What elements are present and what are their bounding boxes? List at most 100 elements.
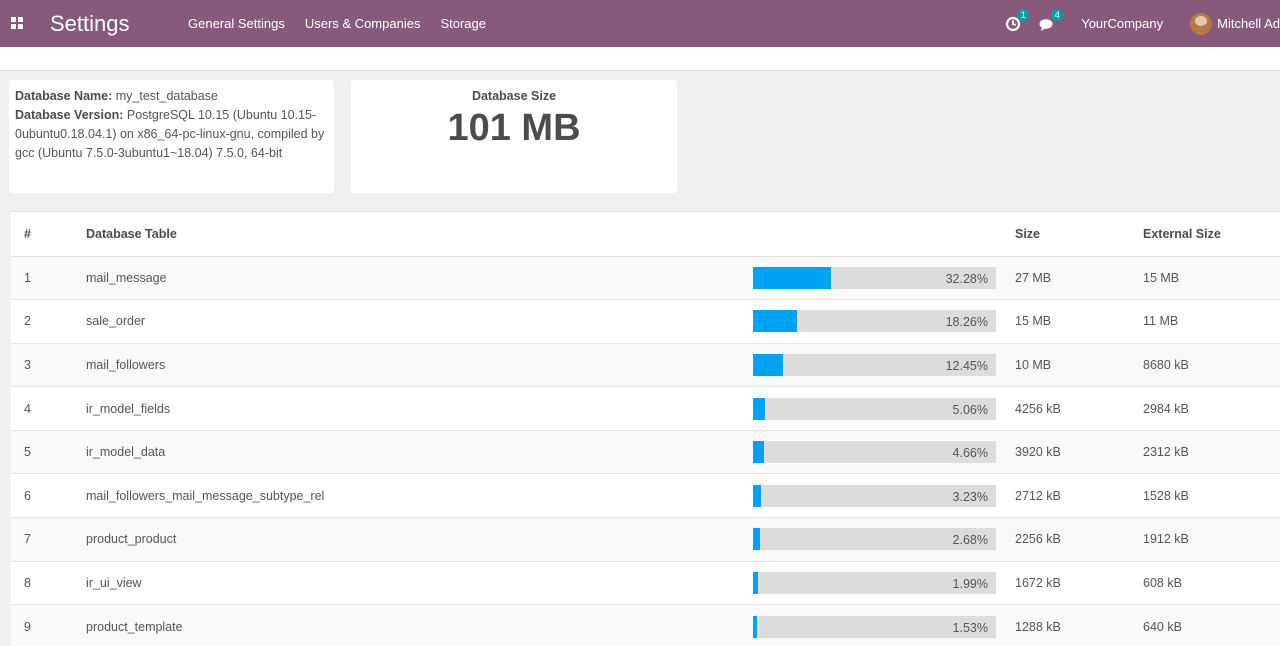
percent-bar-fill bbox=[753, 615, 757, 638]
menu-general-settings[interactable]: General Settings bbox=[188, 16, 285, 31]
db-size-label: Database Size bbox=[471, 89, 557, 103]
messages-chat-icon[interactable]: 4 bbox=[1039, 8, 1064, 34]
database-size-card: Database Size 101 MB bbox=[351, 80, 677, 193]
table-row[interactable]: 8 ir_ui_view 1.99% 1672 kB 608 kB bbox=[11, 561, 1280, 606]
row-size-bar: 32.28% bbox=[753, 256, 1015, 301]
database-info-card: Database Name: my_test_database Database… bbox=[9, 80, 334, 193]
table-row[interactable]: 4 ir_model_fields 5.06% 4256 kB 2984 kB bbox=[11, 386, 1280, 431]
percent-bar-fill bbox=[753, 310, 798, 333]
percent-bar-fill bbox=[753, 266, 832, 289]
row-size-bar: 1.53% bbox=[753, 604, 1015, 646]
row-external-size: 1912 kB bbox=[1143, 517, 1280, 562]
menu-storage[interactable]: Storage bbox=[440, 16, 486, 31]
row-size: 1288 kB bbox=[1015, 604, 1143, 646]
row-external-size: 1528 kB bbox=[1143, 473, 1280, 519]
row-size: 1672 kB bbox=[1015, 561, 1143, 606]
user-menu[interactable]: Mitchell Ad bbox=[1217, 16, 1280, 31]
row-size-bar: 18.26% bbox=[753, 299, 1015, 344]
row-table-name: mail_followers bbox=[86, 343, 753, 388]
row-external-size: 640 kB bbox=[1143, 604, 1280, 646]
row-table-name: ir_ui_view bbox=[86, 561, 753, 606]
activity-clock-icon[interactable]: 1 bbox=[1005, 8, 1030, 34]
top-navbar: Settings General Settings Users & Compan… bbox=[0, 0, 1280, 47]
percent-bar-fill bbox=[753, 571, 758, 594]
percent-bar: 32.28% bbox=[753, 266, 996, 289]
table-header-row: # Database Table Size External Size bbox=[11, 212, 1280, 257]
row-size-bar: 2.68% bbox=[753, 517, 1015, 562]
row-num: 3 bbox=[11, 343, 86, 388]
row-external-size: 608 kB bbox=[1143, 561, 1280, 606]
percent-bar: 5.06% bbox=[753, 397, 996, 420]
row-size-bar: 3.23% bbox=[753, 473, 1015, 519]
percent-bar-fill bbox=[753, 528, 760, 551]
table-row[interactable]: 7 product_product 2.68% 2256 kB 1912 kB bbox=[11, 517, 1280, 562]
row-external-size: 8680 kB bbox=[1143, 343, 1280, 388]
row-size-bar: 12.45% bbox=[753, 343, 1015, 388]
row-num: 9 bbox=[11, 604, 86, 646]
percent-bar-fill bbox=[753, 397, 766, 420]
percent-label: 18.26% bbox=[945, 315, 988, 330]
db-size-value: 101 MB bbox=[447, 107, 581, 149]
header-size: Size bbox=[1015, 212, 1143, 257]
table-row[interactable]: 1 mail_message 32.28% 27 MB 15 MB bbox=[11, 256, 1280, 301]
row-size: 3920 kB bbox=[1015, 430, 1143, 475]
user-avatar[interactable] bbox=[1190, 12, 1213, 35]
percent-label: 5.06% bbox=[952, 402, 988, 417]
app-title[interactable]: Settings bbox=[50, 11, 130, 37]
percent-bar: 1.53% bbox=[753, 615, 996, 638]
table-row[interactable]: 6 mail_followers_mail_message_subtype_rel… bbox=[11, 473, 1280, 519]
percent-label: 2.68% bbox=[952, 533, 988, 548]
control-panel bbox=[0, 47, 1280, 71]
row-external-size: 2984 kB bbox=[1143, 386, 1280, 431]
row-external-size: 15 MB bbox=[1143, 256, 1280, 301]
table-row[interactable]: 2 sale_order 18.26% 15 MB 11 MB bbox=[11, 299, 1280, 344]
percent-bar: 18.26% bbox=[753, 310, 996, 333]
table-row[interactable]: 9 product_template 1.53% 1288 kB 640 kB bbox=[11, 604, 1280, 646]
percent-label: 32.28% bbox=[945, 271, 988, 286]
row-external-size: 11 MB bbox=[1143, 299, 1280, 344]
db-name-label: Database Name: bbox=[15, 89, 113, 103]
row-size-bar: 5.06% bbox=[753, 386, 1015, 431]
row-size: 10 MB bbox=[1015, 343, 1143, 388]
row-size: 2256 kB bbox=[1015, 517, 1143, 562]
header-table-name: Database Table bbox=[86, 212, 753, 257]
percent-label: 3.23% bbox=[952, 489, 988, 504]
database-tables: # Database Table Size External Size 1 mai… bbox=[11, 212, 1280, 646]
header-bar bbox=[753, 212, 1015, 257]
row-table-name: mail_message bbox=[86, 256, 753, 301]
row-external-size: 2312 kB bbox=[1143, 430, 1280, 475]
table-row[interactable]: 5 ir_model_data 4.66% 3920 kB 2312 kB bbox=[11, 430, 1280, 475]
row-size: 15 MB bbox=[1015, 299, 1143, 344]
menu-users-companies[interactable]: Users & Companies bbox=[305, 16, 421, 31]
company-switcher[interactable]: YourCompany bbox=[1081, 16, 1163, 31]
row-num: 1 bbox=[11, 256, 86, 301]
row-size: 4256 kB bbox=[1015, 386, 1143, 431]
row-num: 5 bbox=[11, 430, 86, 475]
row-num: 4 bbox=[11, 386, 86, 431]
table-body: 1 mail_message 32.28% 27 MB 15 MB 2 sale_order… bbox=[11, 256, 1280, 646]
db-name-value: my_test_database bbox=[115, 89, 218, 103]
row-size: 27 MB bbox=[1015, 256, 1143, 301]
systray: 1 4 YourCompany Mitchell Ad bbox=[1005, 0, 1280, 47]
header-external-size: External Size bbox=[1143, 212, 1280, 257]
main-menu: General Settings Users & Companies Stora… bbox=[188, 16, 486, 31]
row-table-name: ir_model_fields bbox=[86, 386, 753, 431]
row-table-name: mail_followers_mail_message_subtype_rel bbox=[86, 473, 753, 519]
percent-bar-fill bbox=[753, 484, 761, 507]
percent-bar-fill bbox=[753, 353, 784, 376]
db-version-label: Database Version: bbox=[15, 108, 124, 122]
database-tables-panel: # Database Table Size External Size 1 mai… bbox=[11, 211, 1280, 646]
apps-menu-icon[interactable] bbox=[11, 17, 23, 29]
row-num: 7 bbox=[11, 517, 86, 562]
percent-bar: 12.45% bbox=[753, 353, 996, 376]
percent-bar: 1.99% bbox=[753, 571, 996, 594]
percent-label: 1.53% bbox=[952, 620, 988, 635]
row-size-bar: 4.66% bbox=[753, 430, 1015, 475]
row-num: 8 bbox=[11, 561, 86, 606]
row-table-name: product_product bbox=[86, 517, 753, 562]
percent-bar: 4.66% bbox=[753, 441, 996, 464]
percent-label: 12.45% bbox=[945, 358, 988, 373]
messages-badge: 4 bbox=[1051, 8, 1064, 21]
percent-label: 1.99% bbox=[952, 576, 988, 591]
table-row[interactable]: 3 mail_followers 12.45% 10 MB 8680 kB bbox=[11, 343, 1280, 388]
